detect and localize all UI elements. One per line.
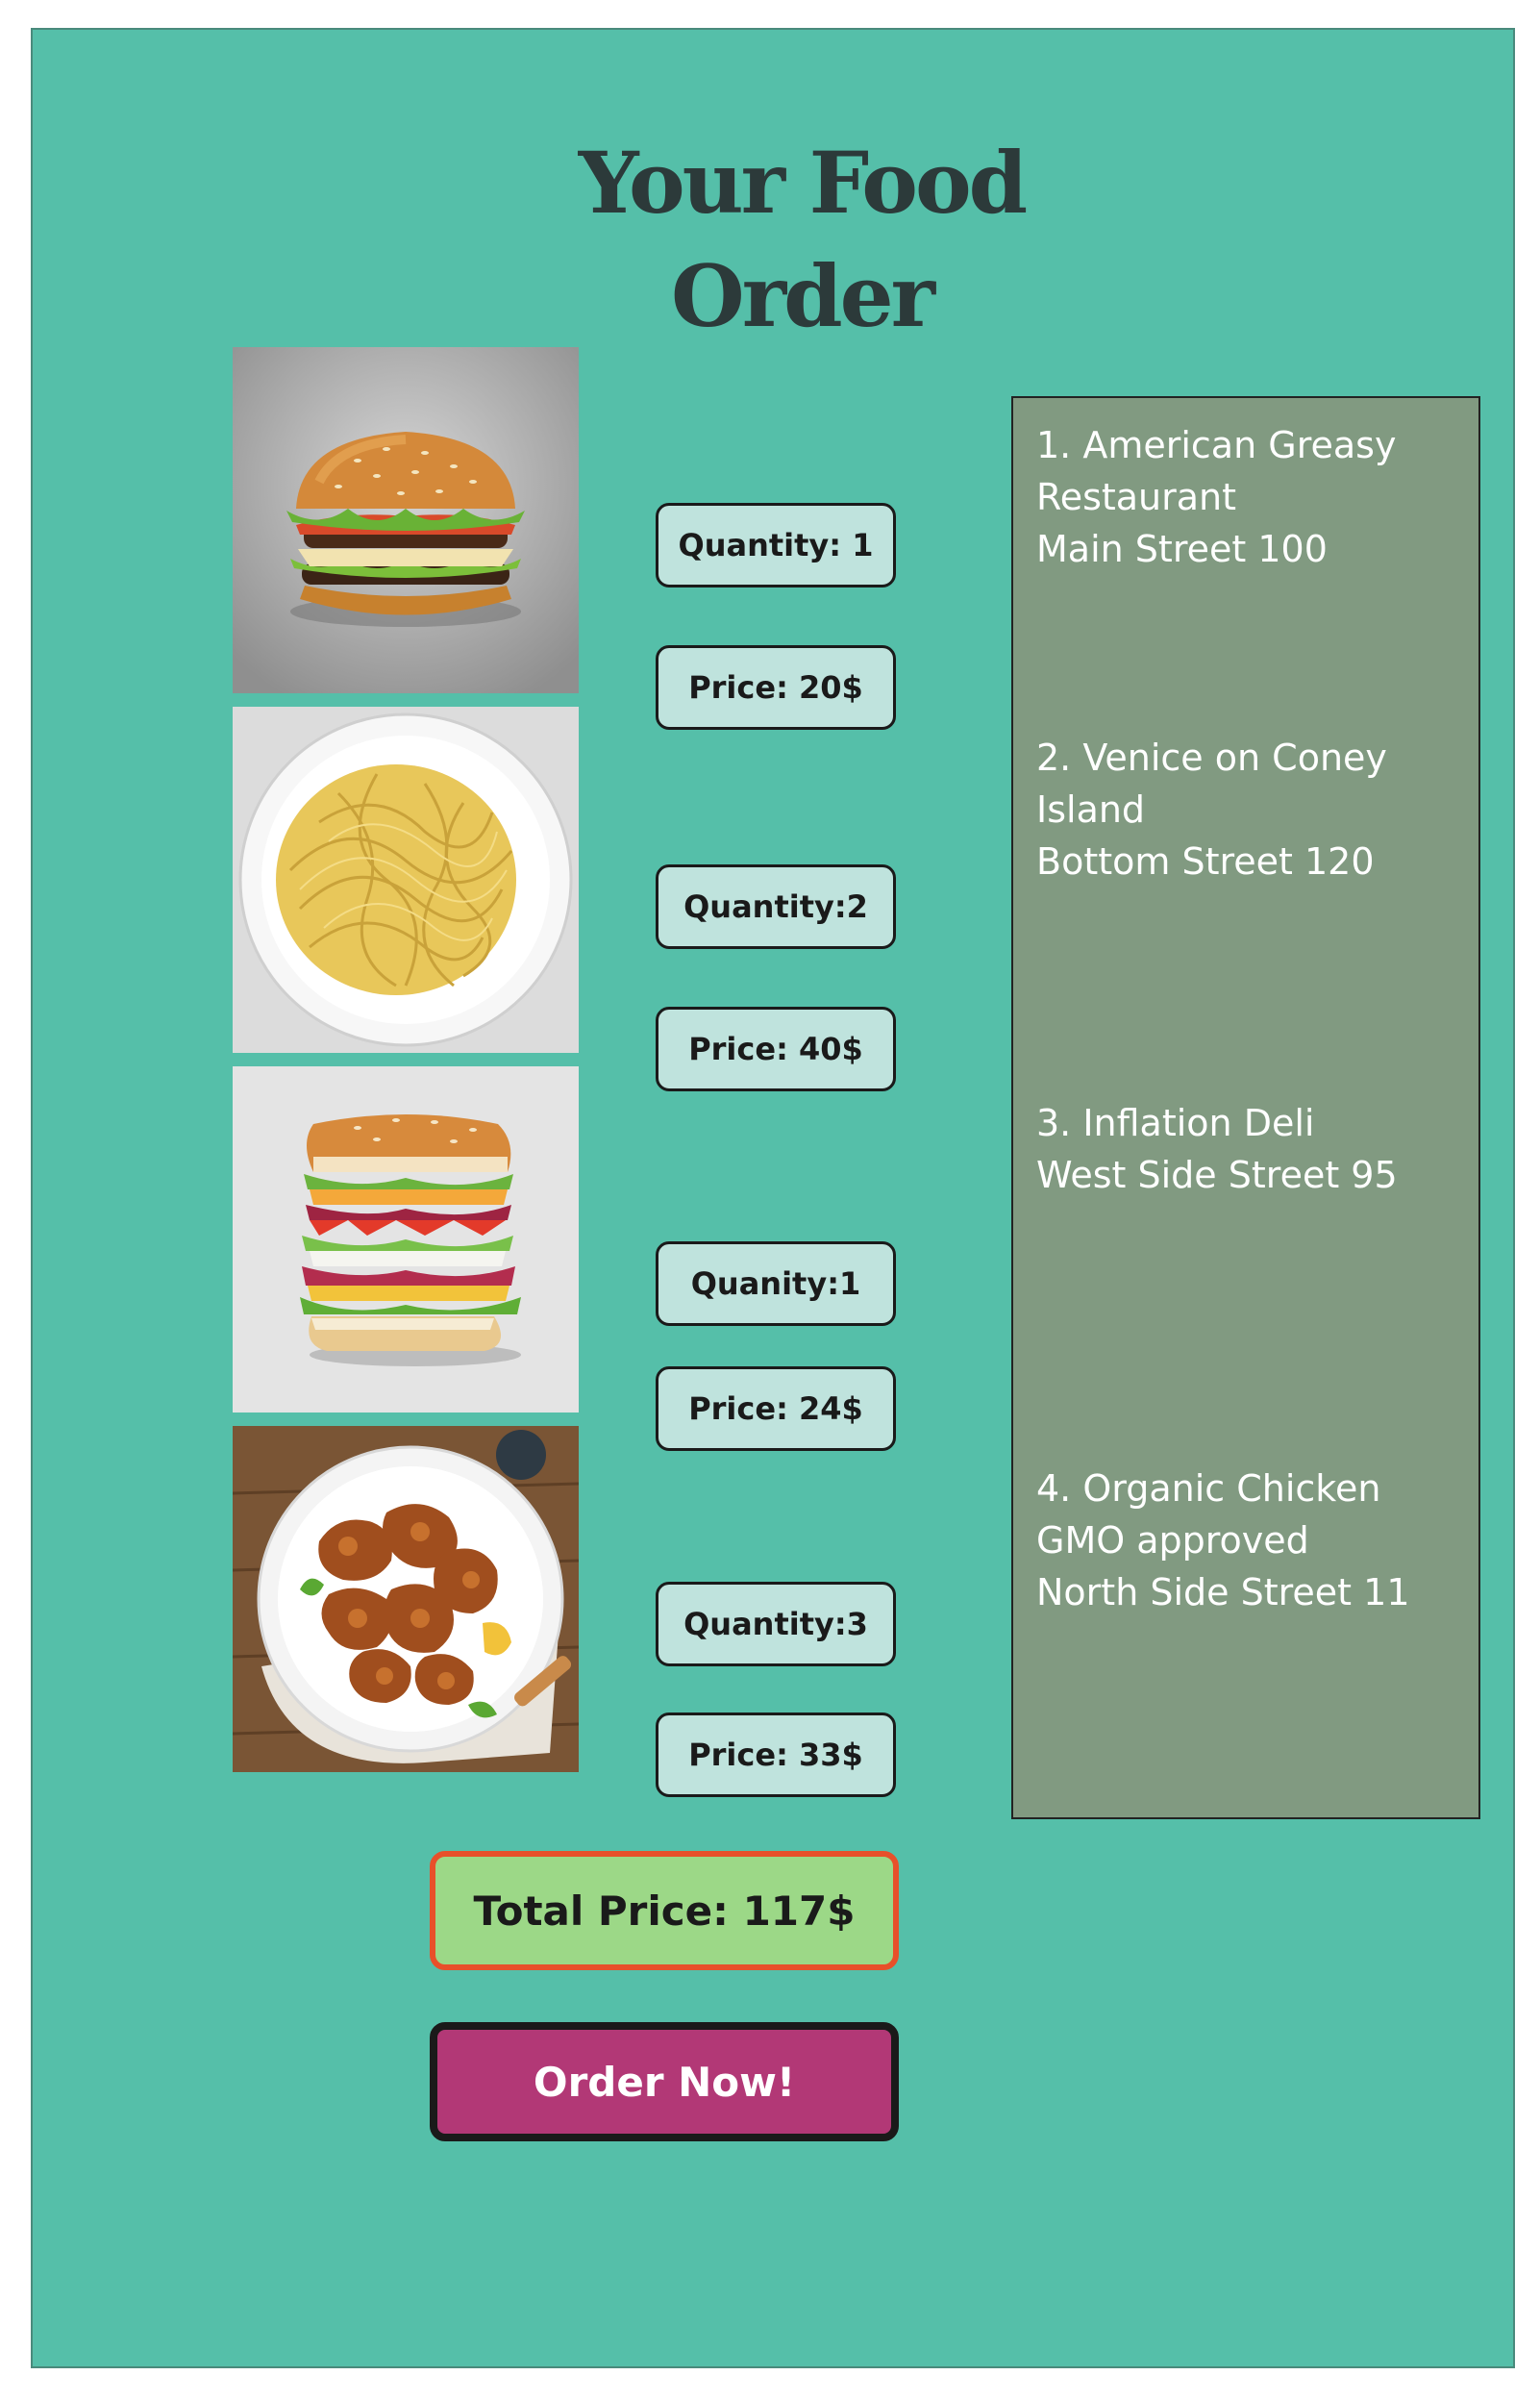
restaurant-4-note: GMO approved [1036, 1519, 1309, 1562]
item-4-price: Price: 33$ [656, 1712, 896, 1797]
page-title-line-1: Your Food [578, 133, 1028, 233]
sandwich-image [233, 1066, 579, 1412]
restaurant-2-address: Bottom Street 120 [1036, 840, 1375, 883]
item-2-price: Price: 40$ [656, 1007, 896, 1091]
spaghetti-image [233, 707, 579, 1053]
item-2-quantity: Quantity:2 [656, 864, 896, 949]
restaurant-2[interactable]: 2. Venice on Coney Island Bottom Street … [1036, 732, 1469, 888]
restaurant-2-name: 2. Venice on Coney [1036, 737, 1387, 779]
restaurants-panel: 1. American Greasy Restaurant Main Stree… [1011, 396, 1480, 1819]
page-title-line-2: Order [671, 246, 935, 346]
restaurant-3[interactable]: 3. Inflation Deli West Side Street 95 [1036, 1097, 1469, 1201]
order-card: Your Food Order Quantity: 1 Price: 20$ Q… [31, 28, 1515, 2368]
item-3-quantity: Quanity:1 [656, 1241, 896, 1326]
restaurant-1-name-cont: Restaurant [1036, 476, 1237, 518]
fried-chicken-image [233, 1426, 579, 1772]
restaurant-4-name: 4. Organic Chicken [1036, 1467, 1381, 1510]
page-title: Your Food Order [417, 126, 1186, 353]
order-now-button[interactable]: Order Now! [430, 2022, 899, 2141]
restaurant-1-address: Main Street 100 [1036, 528, 1328, 570]
restaurant-2-name-cont: Island [1036, 788, 1146, 831]
item-3-price: Price: 24$ [656, 1366, 896, 1451]
restaurant-4-address: North Side Street 11 [1036, 1571, 1410, 1613]
total-price: Total Price: 117$ [430, 1851, 899, 1970]
item-1-quantity: Quantity: 1 [656, 503, 896, 588]
restaurant-1-name: 1. American Greasy [1036, 424, 1397, 466]
item-1-price: Price: 20$ [656, 645, 896, 730]
restaurant-3-address: West Side Street 95 [1036, 1154, 1398, 1196]
restaurant-4[interactable]: 4. Organic Chicken GMO approved North Si… [1036, 1462, 1469, 1618]
burger-image [233, 347, 579, 693]
item-4-quantity: Quantity:3 [656, 1582, 896, 1666]
restaurant-3-name: 3. Inflation Deli [1036, 1102, 1315, 1144]
restaurant-1[interactable]: 1. American Greasy Restaurant Main Stree… [1036, 419, 1469, 575]
